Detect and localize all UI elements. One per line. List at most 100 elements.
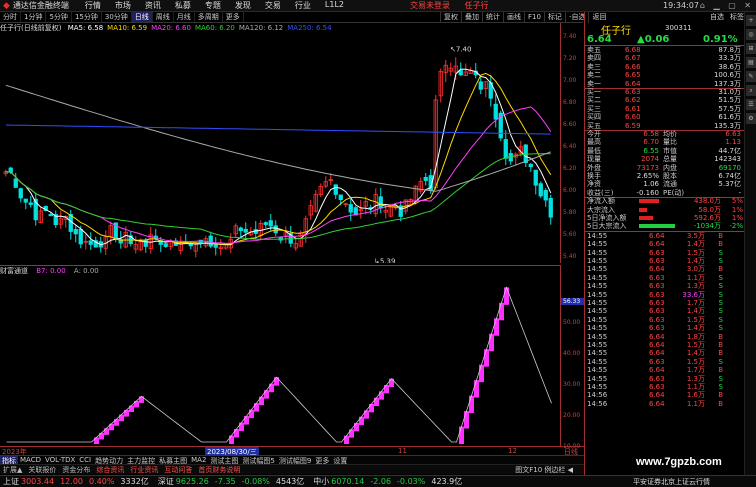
bid-price[interactable]: 6.63 bbox=[625, 88, 641, 96]
tick-price: 6.63 bbox=[649, 374, 665, 383]
f10-sidebar-toggle[interactable]: 图文F10 例边栏 ◀ bbox=[512, 465, 576, 475]
price-tick-label: 7.00 bbox=[563, 77, 577, 84]
indicator-tab-2[interactable]: VOL-TDX bbox=[43, 456, 77, 464]
tick-price: 6.64 bbox=[649, 399, 665, 408]
menu-item-1[interactable]: 市场 bbox=[115, 0, 131, 11]
kline-chart[interactable]: ↖7.40 ↳5.39 bbox=[0, 33, 560, 263]
indicator-tab-5[interactable]: 主力监控 bbox=[125, 456, 157, 465]
menu-item-0[interactable]: 行情 bbox=[85, 0, 101, 11]
indicator-tab-12[interactable]: 设置 bbox=[331, 456, 349, 465]
tick-side: B bbox=[718, 265, 723, 274]
ask-price[interactable]: 6.68 bbox=[625, 46, 641, 54]
stat-value: 73173 bbox=[636, 163, 659, 172]
bid-volume: 135.3万 bbox=[713, 121, 741, 130]
tick-volume: 1.5万 bbox=[686, 248, 705, 257]
ask-price[interactable]: 6.66 bbox=[625, 63, 641, 71]
panel-top-button[interactable]: 标签 bbox=[730, 12, 744, 22]
period-tab-4[interactable]: 30分钟 bbox=[102, 12, 132, 22]
extension-tab-6[interactable]: 首页财务说明 bbox=[195, 465, 243, 474]
login-status[interactable]: 交易未登录 bbox=[410, 1, 450, 10]
indicator-chart[interactable] bbox=[0, 274, 560, 446]
side-button-icon[interactable]: ✎ bbox=[746, 71, 756, 82]
menu-item-4[interactable]: 专题 bbox=[205, 0, 221, 11]
tick-side: S bbox=[718, 273, 723, 282]
side-button-icon[interactable]: ☰ bbox=[746, 99, 756, 110]
extension-tab-0[interactable]: 扩展▲ bbox=[0, 465, 25, 474]
tick-side: S bbox=[718, 374, 723, 383]
chart-tool-4[interactable]: F10 bbox=[524, 12, 544, 23]
indicator-tab-4[interactable]: 趋势动力 bbox=[93, 456, 125, 465]
index-name[interactable]: 深证 bbox=[158, 476, 174, 487]
indicator-bar bbox=[494, 318, 499, 336]
indicator-tab-7[interactable]: MA2 bbox=[189, 456, 208, 464]
tick-price: 6.64 bbox=[649, 391, 665, 400]
extension-tab-4[interactable]: 行业资讯 bbox=[127, 465, 161, 474]
menu-item-2[interactable]: 资讯 bbox=[145, 0, 161, 11]
period-tab-2[interactable]: 5分钟 bbox=[46, 12, 72, 22]
indicator-header: 财富通道 B7: 0.00 A: 0.00 bbox=[0, 265, 560, 275]
ask-price[interactable]: 6.64 bbox=[625, 80, 641, 88]
side-button-icon[interactable]: ▤ bbox=[746, 57, 756, 68]
indicator-tab-1[interactable]: MACD bbox=[18, 456, 43, 464]
indicator-tab-3[interactable]: CCI bbox=[77, 456, 93, 464]
ask-price[interactable]: 6.67 bbox=[625, 54, 641, 62]
bid-price[interactable]: 6.62 bbox=[625, 96, 641, 104]
extension-tab-3[interactable]: 综合资讯 bbox=[93, 465, 127, 474]
side-button-icon[interactable]: ◎ bbox=[746, 29, 756, 40]
period-tab-9[interactable]: 更多 bbox=[223, 12, 244, 22]
period-tab-6[interactable]: 周线 bbox=[153, 12, 174, 22]
side-button-icon[interactable]: ⊞ bbox=[746, 43, 756, 54]
side-toolbar: + ◎ ⊞ ▤ ✎ ⌕ ☰ ⚙ bbox=[744, 12, 756, 475]
tick-time: 14:55 bbox=[587, 383, 608, 391]
bid-price[interactable]: 6.61 bbox=[625, 105, 641, 113]
chart-tool-3[interactable]: 画线 bbox=[503, 12, 524, 23]
indicator-tab-9[interactable]: 测试幅图5 bbox=[240, 456, 276, 465]
side-button-icon[interactable]: + bbox=[746, 15, 756, 26]
chart-tool-0[interactable]: 复权 bbox=[440, 12, 461, 23]
indicator-tab-8[interactable]: 测试主图 bbox=[208, 456, 240, 465]
extension-tab-1[interactable]: 关联报价 bbox=[25, 465, 59, 474]
panel-top-button[interactable]: 自选 bbox=[710, 12, 724, 22]
side-button-icon[interactable]: ⌕ bbox=[746, 85, 756, 96]
period-tab-3[interactable]: 15分钟 bbox=[72, 12, 102, 22]
extension-tab-5[interactable]: 互动问答 bbox=[161, 465, 195, 474]
period-tab-8[interactable]: 多周期 bbox=[195, 12, 223, 22]
menu-item-8[interactable]: L1L2 bbox=[325, 0, 344, 11]
period-tab-0[interactable]: 分时 bbox=[0, 12, 21, 22]
index-name[interactable]: 上证 bbox=[3, 476, 19, 487]
indicator-current-value: 56.33 bbox=[561, 298, 584, 305]
bid-price[interactable]: 6.59 bbox=[625, 122, 641, 130]
ask-price[interactable]: 6.65 bbox=[625, 71, 641, 79]
window-controls[interactable]: ⌂ ▁ ▢ ✕ bbox=[700, 1, 754, 10]
chart-tool-5[interactable]: 标记 bbox=[543, 12, 565, 23]
indicator-tab-10[interactable]: 测试幅图9 bbox=[277, 456, 313, 465]
tick-volume: 1.3万 bbox=[686, 282, 705, 291]
quote-row: 14:55 6.64 1.7万 B bbox=[585, 366, 745, 374]
chart-tool-1[interactable]: 叠加 bbox=[461, 12, 482, 23]
ma10-line bbox=[5, 72, 552, 245]
index-turnover: 4543亿 bbox=[275, 477, 305, 486]
side-button-icon[interactable]: ⚙ bbox=[746, 113, 756, 124]
flow-bar bbox=[639, 199, 659, 204]
quote-row: 14:55 6.63 1.4万 S bbox=[585, 307, 745, 315]
extension-tab-2[interactable]: 资金分布 bbox=[59, 465, 93, 474]
period-tab-7[interactable]: 月线 bbox=[174, 12, 195, 22]
stat-label: 总量 bbox=[663, 155, 677, 164]
period-tab-1[interactable]: 1分钟 bbox=[21, 12, 47, 22]
bid-price[interactable]: 6.60 bbox=[625, 113, 641, 121]
indicator-tab-0[interactable]: 指标 bbox=[0, 456, 18, 465]
stat-label: 量比 bbox=[663, 138, 677, 147]
chart-tool-2[interactable]: 统计 bbox=[482, 12, 503, 23]
indicator-tab-6[interactable]: 私募主图 bbox=[157, 456, 189, 465]
candle-body bbox=[78, 228, 83, 245]
menu-item-3[interactable]: 私募 bbox=[175, 0, 191, 11]
menu-item-5[interactable]: 发现 bbox=[235, 0, 251, 11]
index-name[interactable]: 中小 bbox=[313, 476, 329, 487]
indicator-tab-11[interactable]: 更多 bbox=[313, 456, 331, 465]
tick-side: S bbox=[718, 290, 723, 299]
tick-volume: 1.1万 bbox=[686, 383, 705, 391]
tick-price: 6.64 bbox=[649, 349, 665, 358]
menu-item-7[interactable]: 行业 bbox=[295, 0, 311, 11]
menu-item-6[interactable]: 交易 bbox=[265, 0, 281, 11]
period-tab-5[interactable]: 日线 bbox=[131, 12, 153, 22]
